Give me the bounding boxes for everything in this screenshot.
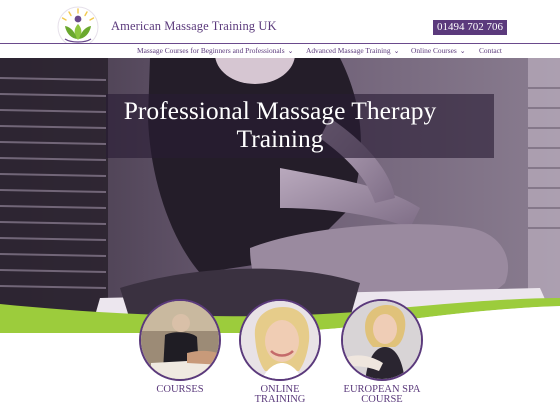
courses-card-label[interactable]: COURSES (139, 384, 221, 395)
nav-item-beginner-courses[interactable]: Massage Courses for Beginners and Profes… (137, 45, 293, 57)
online-training-card-label[interactable]: ONLINE TRAINING (239, 384, 321, 405)
hero-title-line: Training (236, 124, 324, 153)
site-brand-name[interactable]: American Massage Training UK (111, 19, 277, 34)
phone-number[interactable]: 01494 702 706 (433, 20, 507, 35)
chevron-down-icon: ⌄ (459, 47, 466, 55)
chevron-down-icon: ⌄ (393, 47, 400, 55)
nav-item-label: Massage Courses for Beginners and Profes… (137, 46, 285, 55)
online-training-card-image[interactable] (239, 299, 321, 381)
card-label-line: TRAINING (254, 394, 306, 405)
european-spa-card-label[interactable]: EUROPEAN SPA COURSE (334, 384, 430, 405)
main-nav: Massage Courses for Beginners and Profes… (0, 44, 560, 58)
chevron-down-icon: ⌄ (287, 47, 294, 55)
card-label-line: COURSE (361, 394, 403, 405)
lotus-logo-icon[interactable] (57, 6, 99, 48)
courses-card-image[interactable] (139, 299, 221, 381)
nav-item-label: Contact (479, 46, 502, 55)
hero-title-line: Professional Massage Therapy (123, 96, 437, 125)
site-header: American Massage Training UK 01494 702 7… (0, 0, 560, 48)
nav-item-online-courses[interactable]: Online Courses ⌄ (411, 45, 466, 57)
nav-item-advanced-training[interactable]: Advanced Massage Training ⌄ (306, 45, 399, 57)
nav-item-label: Online Courses (411, 46, 457, 55)
nav-item-label: Advanced Massage Training (306, 46, 391, 55)
card-label-line: COURSES (156, 384, 204, 395)
european-spa-card-image[interactable] (341, 299, 423, 381)
nav-item-contact[interactable]: Contact (479, 45, 502, 56)
hero-title: Professional Massage Therapy Training (96, 97, 464, 153)
